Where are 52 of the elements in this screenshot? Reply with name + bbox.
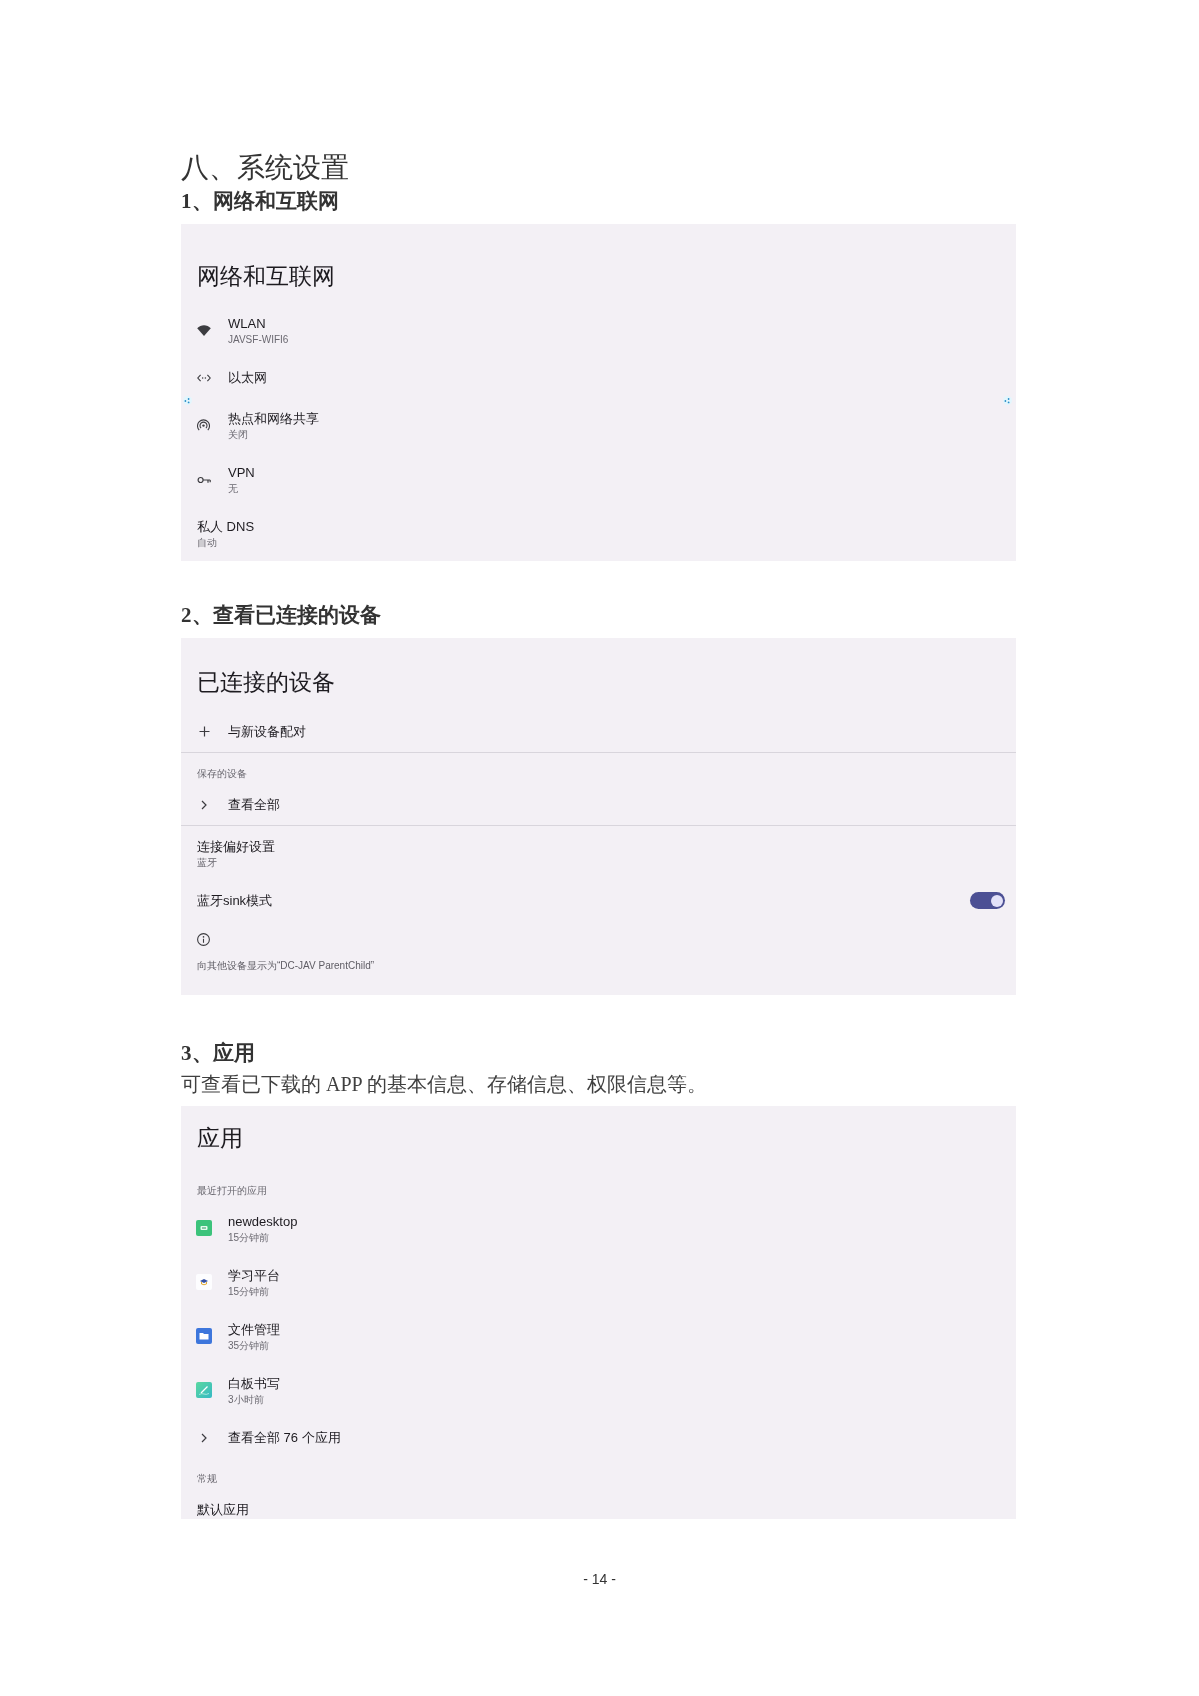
setting-summary: 自动 [197,536,217,549]
hotspot-icon [197,419,210,432]
setting-title[interactable]: 查看全部 [228,795,280,814]
setting-title[interactable]: 默认应用 [197,1500,249,1519]
app-tile-icon [196,1220,212,1236]
chevron-right-icon [201,1432,207,1443]
key-icon [197,475,211,484]
setting-title[interactable]: newdesktop [228,1212,298,1231]
setting-title[interactable]: 白板书写 [228,1374,280,1393]
setting-summary: 蓝牙 [197,855,217,869]
setting-title[interactable]: 文件管理 [228,1320,280,1339]
category-label: 保存的设备 [197,767,247,780]
screen-title: 网络和互联网 [197,262,335,291]
setting-summary: 关闭 [228,428,248,441]
cap-logo-icon [196,1274,212,1290]
screen-title: 已连接的设备 [197,667,335,697]
section-heading: 2、查看已连接的设备 [181,601,381,629]
dots-icon [183,396,192,405]
setting-title[interactable]: 热点和网络共享 [228,410,319,428]
setting-title[interactable]: WLAN [228,315,266,333]
pen-tile-icon [196,1382,212,1398]
setting-summary: 35分钟前 [228,1338,270,1352]
chapter-title: 八、系统设置 [181,151,349,185]
setting-title[interactable]: VPN [228,464,255,482]
setting-title[interactable]: 查看全部 76 个应用 [228,1428,341,1447]
setting-summary: 15分钟前 [228,1284,270,1298]
chevron-right-icon [201,799,207,810]
category-label: 常规 [197,1472,217,1485]
ethernet-icon [197,374,211,382]
category-label: 最近打开的应用 [197,1184,267,1197]
info-icon [197,932,210,946]
folder-icon [196,1328,212,1344]
section-description: 可查看已下载的 APP 的基本信息、存储信息、权限信息等。 [181,1071,707,1097]
setting-summary: 15分钟前 [228,1230,270,1244]
setting-title[interactable]: 连接偏好设置 [197,837,275,856]
setting-title[interactable]: 学习平台 [228,1266,280,1285]
setting-summary: JAVSF-WIFI6 [228,333,289,346]
setting-summary: 3小时前 [228,1392,264,1406]
setting-title[interactable]: 蓝牙sink模式 [197,891,273,910]
wifi-icon [197,325,211,336]
setting-summary: 无 [228,482,238,495]
setting-title[interactable]: 以太网 [228,369,267,387]
toggle-switch[interactable] [970,892,1005,909]
screen-title: 应用 [197,1123,243,1153]
section-heading: 1、网络和互联网 [181,188,339,215]
section-heading: 3、应用 [181,1039,255,1067]
plus-icon [199,726,210,737]
setting-title[interactable]: 与新设备配对 [228,722,306,741]
dots-icon [1003,396,1012,405]
device-name-note: 向其他设备显示为“DC-JAV ParentChild” [197,958,375,972]
setting-title[interactable]: 私人 DNS [197,518,255,536]
page-number: - 14 - [583,1569,616,1589]
